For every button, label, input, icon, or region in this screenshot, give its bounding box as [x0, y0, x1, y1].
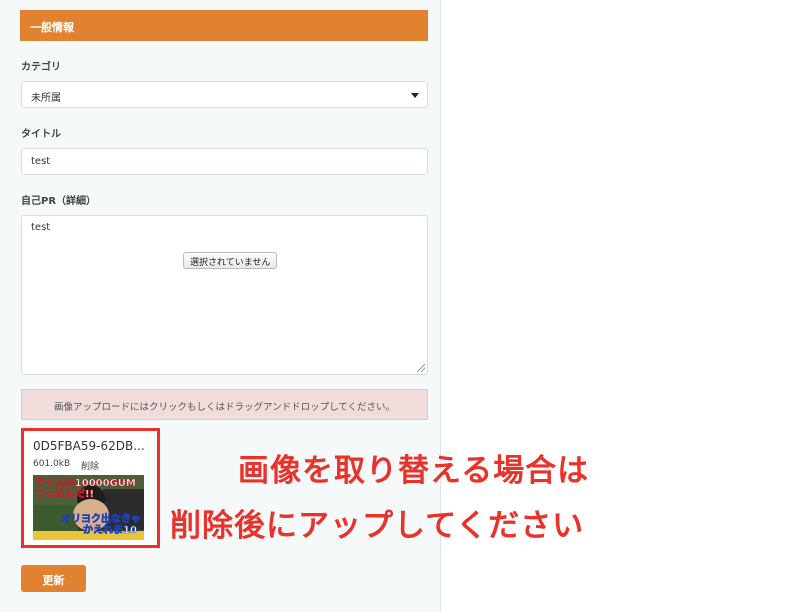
thumb-caption-1: ライムは10000GUM: [35, 477, 136, 489]
delete-image-link[interactable]: 削除: [81, 459, 99, 472]
pr-textarea-value: test: [31, 222, 51, 233]
pr-textarea[interactable]: test: [21, 215, 428, 375]
uploaded-image-card: 0D5FBA59-62DB... 601.0kB 削除 ライムは10000GUM…: [21, 428, 160, 548]
title-input[interactable]: test: [21, 148, 428, 175]
chevron-down-icon: [411, 93, 419, 98]
update-button[interactable]: 更新: [21, 565, 86, 592]
resize-handle-icon[interactable]: [417, 364, 425, 372]
category-select[interactable]: 未所属: [21, 81, 428, 108]
thumb-caption-4: かえれま10: [83, 524, 137, 536]
annotation-line-2: 削除後にアップしてください: [170, 508, 585, 544]
annotation-line-1: 画像を取り替える場合は: [238, 453, 590, 489]
pr-label: 自己PR（詳細）: [21, 196, 97, 207]
title-input-value: test: [31, 156, 51, 167]
category-label: カテゴリ: [21, 62, 61, 73]
thumbnail-picture: ライムは10000GUM つっ込んだ!! オリヨク出なきゃ かえれま10: [33, 475, 144, 540]
uploaded-image-thumbnail: ライムは10000GUM つっ込んだ!! オリヨク出なきゃ かえれま10: [33, 475, 144, 540]
section-header-general: 一般情報: [20, 10, 428, 41]
file-select-button[interactable]: 選択されていません: [183, 252, 278, 269]
thumb-caption-3: オリヨク出なきゃ: [61, 512, 141, 525]
uploaded-file-name: 0D5FBA59-62DB...: [33, 439, 145, 453]
category-selected-value: 未所属: [31, 93, 61, 104]
uploaded-file-size: 601.0kB: [33, 459, 71, 469]
image-upload-dropzone[interactable]: 画像アップロードにはクリックもしくはドラッグアンドドロップしてください。: [21, 389, 428, 420]
title-label: タイトル: [21, 129, 61, 140]
thumb-caption-2: つっ込んだ!!: [35, 487, 94, 500]
